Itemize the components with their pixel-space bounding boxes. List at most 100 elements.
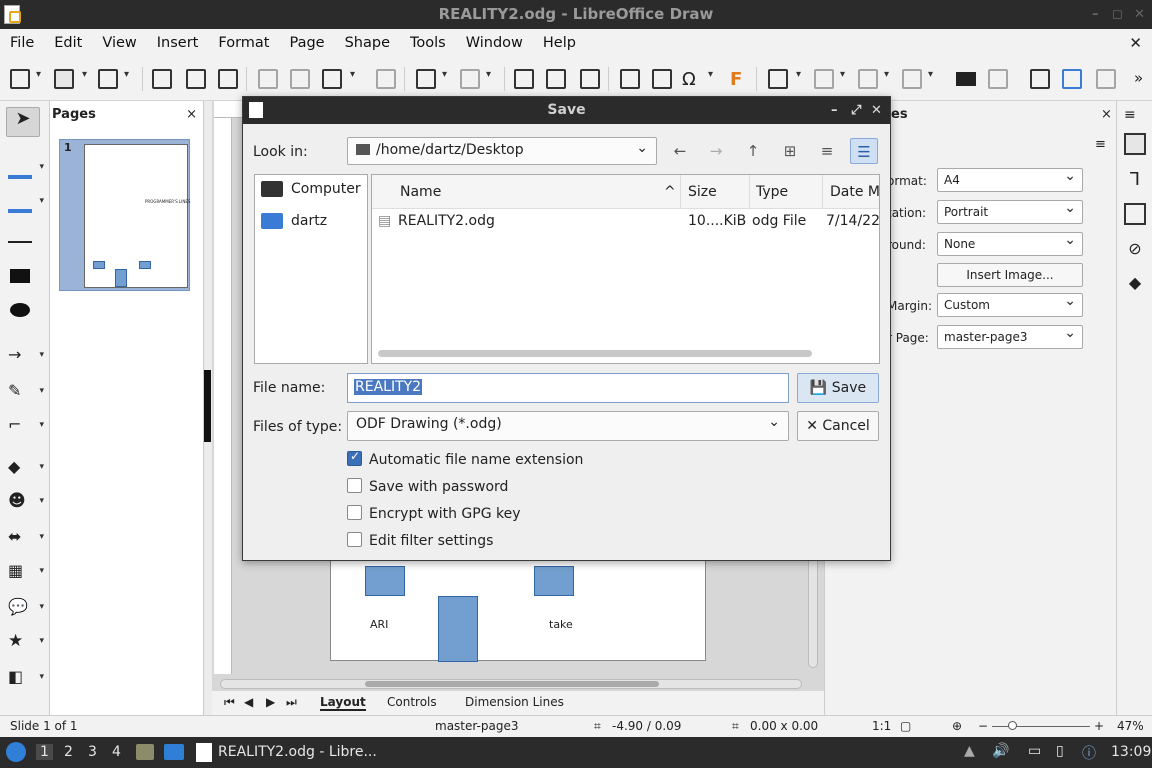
undo-icon[interactable] [416,69,436,89]
callouts-icon[interactable]: 💬 ▾ [8,597,44,619]
distribute-dropdown-icon[interactable] [928,69,936,83]
menu-tools[interactable]: Tools [400,35,456,51]
file-list-scrollbar[interactable] [378,350,812,357]
properties-close-icon[interactable]: × [1101,107,1112,122]
save-with-password-checkbox[interactable]: Save with password [347,478,508,498]
save-dropdown-icon[interactable] [124,69,132,83]
rectangle-icon[interactable] [10,269,30,283]
insert-textbox-icon[interactable] [652,69,672,89]
helplines-icon[interactable] [546,69,566,89]
file-row[interactable]: ▤ REALITY2.odg 10....KiB odg File 7/14/2… [372,209,879,235]
vertical-ruler[interactable] [214,118,232,674]
navigator-deck-icon[interactable]: ⊘ [1124,239,1146,261]
print-icon[interactable] [218,69,238,89]
list-view-icon[interactable]: ≡ [813,138,841,164]
ellipse-icon[interactable] [10,303,30,317]
column-name[interactable]: Name [400,184,441,200]
drawing-page[interactable]: ARI take [330,555,706,662]
file-name-input[interactable]: REALITY2 [347,373,789,403]
desktop-icon[interactable] [164,744,184,760]
dialog-close-icon[interactable]: ✕ [871,97,882,124]
tab-layout[interactable]: Layout [320,695,366,711]
taskbar-task-title[interactable]: REALITY2.odg - Libre... [218,744,377,760]
special-character-dropdown-icon[interactable] [708,69,716,83]
files-of-type-combo[interactable]: ODF Drawing (*.odg) ⌄ [347,411,789,441]
file-manager-icon[interactable] [136,744,154,760]
clock[interactable]: 13:09 [1111,744,1151,760]
save-icon[interactable] [98,69,118,89]
transformations-dropdown-icon[interactable] [796,69,804,83]
scale-value[interactable]: 1:1 [872,719,891,733]
insert-image-icon[interactable] [620,69,640,89]
start-menu-icon[interactable] [6,742,26,762]
distribute-icon[interactable] [902,69,922,89]
checkbox-unchecked[interactable] [347,505,362,520]
page-thumbnail[interactable]: 1 PROGRAMMER'S LINES [59,139,190,291]
paste-dropdown-icon[interactable] [350,69,358,83]
toggle-extrusion-icon[interactable] [1096,69,1116,89]
tray-icon[interactable]: ▲ [964,743,975,759]
menu-format[interactable]: Format [208,35,279,51]
insert-image-button[interactable]: Insert Image... [937,263,1083,287]
maximize-icon[interactable]: ◻ [1112,0,1123,29]
minimize-icon[interactable]: – [1092,0,1099,29]
copy-icon[interactable] [290,69,310,89]
zoom-pan-icon[interactable] [580,69,600,89]
menu-shape[interactable]: Shape [335,35,400,51]
points-icon[interactable] [1030,69,1050,89]
workspace-4[interactable]: 4 [112,744,121,760]
new-folder-icon[interactable]: ⊞ [776,138,804,164]
block-arrows-icon[interactable]: ⬌ ▾ [8,527,44,549]
notification-icon[interactable]: ⓘ [1082,743,1096,763]
properties-menu-icon[interactable]: ≡ [1095,137,1106,152]
stars-icon[interactable]: ★ ▾ [8,631,44,653]
zoom-slider-handle[interactable] [1008,721,1017,730]
close-icon[interactable]: ✕ [1134,0,1145,29]
zoom-out-icon[interactable]: − [978,719,988,733]
margin-select[interactable]: Custom [937,293,1083,317]
toolbar-overflow-icon[interactable]: » [1134,69,1152,89]
lines-arrows-icon[interactable]: → ▾ [8,345,44,367]
zoom-percent[interactable]: 47% [1117,719,1144,733]
transform-dropdown-icon[interactable] [36,69,44,83]
first-tab-icon[interactable]: ⏮ [224,695,235,710]
properties-deck-icon[interactable] [1124,133,1146,155]
grid-icon[interactable] [514,69,534,89]
crop-icon[interactable] [988,69,1008,89]
cancel-button[interactable]: ✕ Cancel [797,411,879,441]
open-dropdown-icon[interactable] [82,69,90,83]
glue-points-icon[interactable] [1062,69,1082,89]
redo-dropdown-icon[interactable] [486,69,494,83]
symbol-shapes-icon[interactable]: ☻ ▾ [8,491,44,513]
clipboard-icon[interactable]: ▯ [1056,743,1064,759]
menu-help[interactable]: Help [533,35,586,51]
back-icon[interactable]: ← [666,138,694,164]
paste-icon[interactable] [322,69,342,89]
tab-dimension-lines[interactable]: Dimension Lines [465,695,564,709]
column-size[interactable]: Size [688,184,717,200]
select-arrow-icon[interactable]: ➤ [6,107,40,137]
line-color-icon[interactable]: ▾ [8,157,44,179]
rectangle-shape[interactable] [438,596,478,662]
tab-controls[interactable]: Controls [387,695,437,709]
checkbox-checked[interactable] [347,449,362,466]
pages-pane-close-icon[interactable]: × [186,107,197,122]
3d-objects-icon[interactable]: ◧ ▾ [8,667,44,689]
column-type[interactable]: Type [756,184,788,200]
menu-file[interactable]: File [0,35,44,51]
encrypt-gpg-checkbox[interactable]: Encrypt with GPG key [347,505,521,525]
close-document-icon[interactable]: ✕ [1129,34,1142,52]
forward-icon[interactable]: → [702,138,730,164]
transform-icon[interactable] [10,69,30,89]
fontwork-icon[interactable]: F [730,69,750,90]
arrange-icon[interactable] [858,69,878,89]
workspace-2[interactable]: 2 [64,744,73,760]
arrange-dropdown-icon[interactable] [884,69,892,83]
checkbox-unchecked[interactable] [347,532,362,547]
orientation-select[interactable]: Portrait [937,200,1083,224]
styles-deck-icon[interactable]: Ꞁ [1124,169,1146,191]
master-page-select[interactable]: master-page3 [937,325,1083,349]
horizontal-scrollbar-thumb[interactable] [365,681,659,687]
export-pdf-icon[interactable] [186,69,206,89]
curves-polygons-icon[interactable]: ✎ ▾ [8,381,44,403]
